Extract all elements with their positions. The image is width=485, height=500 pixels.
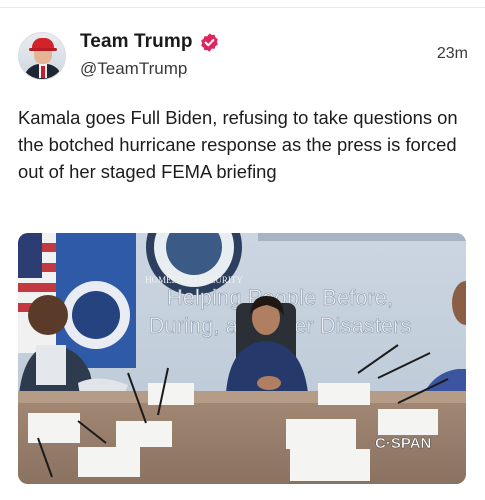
post-image[interactable]: HOMELAND SECURITY Helping People Before,…	[18, 233, 466, 484]
author-row: Team Trump	[80, 31, 220, 53]
author-name[interactable]: Team Trump	[80, 31, 193, 53]
author-handle[interactable]: @TeamTrump	[80, 59, 187, 79]
cspan-watermark: C·SPAN	[375, 435, 431, 452]
post-header: Team Trump @TeamTrump 23m	[18, 30, 468, 82]
post-timestamp: 23m	[436, 45, 468, 62]
verified-badge-icon	[199, 32, 220, 53]
seal-text: HOMELAND SECURITY	[145, 275, 243, 285]
top-divider	[0, 0, 485, 8]
post-text: Kamala goes Full Biden, refusing to take…	[18, 107, 458, 182]
avatar[interactable]	[18, 32, 66, 80]
